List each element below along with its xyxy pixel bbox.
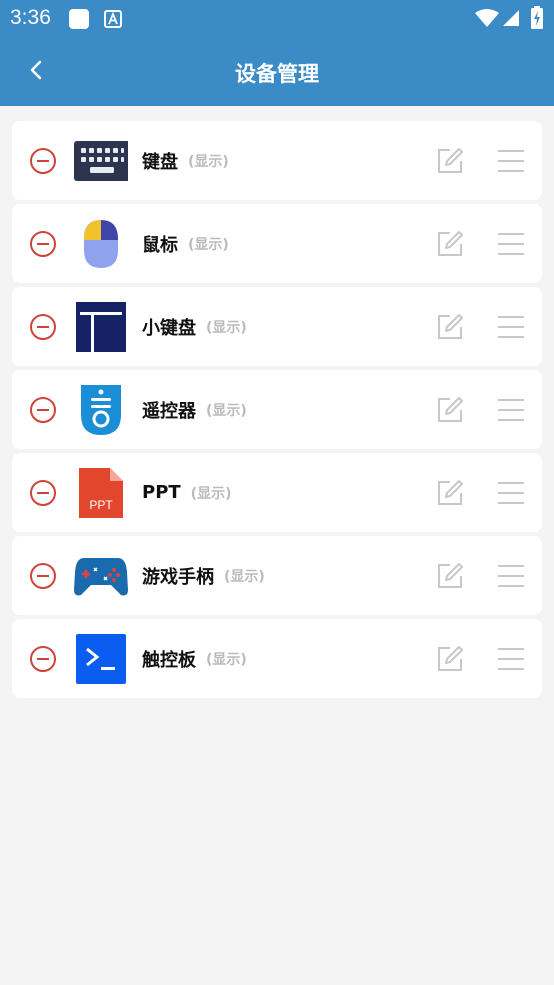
device-name: 游戏手柄 — [142, 566, 214, 588]
a-notification-icon — [104, 10, 122, 28]
edit-icon[interactable] — [436, 479, 464, 507]
remote-control-icon — [74, 384, 128, 436]
gamepad-icon — [74, 550, 128, 602]
app-bar: 设备管理 — [0, 37, 554, 106]
battery-charging-icon — [531, 6, 543, 29]
wifi-icon — [475, 9, 499, 27]
device-name: 小键盘 — [142, 317, 196, 339]
device-status: (显示) — [206, 319, 247, 336]
device-status: (显示) — [206, 651, 247, 668]
device-name: PPT — [142, 482, 181, 503]
device-row-touchpad[interactable]: 触控板 (显示) — [12, 619, 542, 698]
keyboard-icon — [74, 135, 128, 187]
remove-button[interactable] — [30, 563, 56, 589]
numpad-icon — [74, 301, 128, 353]
device-row-keyboard[interactable]: 键盘 (显示) — [12, 121, 542, 200]
drag-handle[interactable] — [498, 564, 524, 588]
ppt-icon: PPT — [74, 467, 128, 519]
svg-text:PPT: PPT — [89, 498, 113, 512]
status-bar: 3:36 — [0, 0, 554, 37]
drag-handle[interactable] — [498, 149, 524, 173]
drag-handle[interactable] — [498, 647, 524, 671]
remove-button[interactable] — [30, 314, 56, 340]
drag-handle[interactable] — [498, 232, 524, 256]
drag-handle[interactable] — [498, 481, 524, 505]
device-row-gamepad[interactable]: 游戏手柄 (显示) — [12, 536, 542, 615]
device-name: 遥控器 — [142, 400, 196, 422]
remove-button[interactable] — [30, 480, 56, 506]
mouse-icon — [74, 218, 128, 270]
device-row-remote[interactable]: 遥控器 (显示) — [12, 370, 542, 449]
device-status: (显示) — [188, 153, 229, 170]
device-name: 触控板 — [142, 649, 196, 671]
status-time: 3:36 — [10, 6, 51, 29]
drag-handle[interactable] — [498, 315, 524, 339]
edit-icon[interactable] — [436, 645, 464, 673]
device-name: 鼠标 — [142, 234, 178, 256]
device-row-ppt[interactable]: PPT PPT (显示) — [12, 453, 542, 532]
terminal-touchpad-icon — [74, 633, 128, 685]
edit-icon[interactable] — [436, 396, 464, 424]
device-status: (显示) — [188, 236, 229, 253]
page-title: 设备管理 — [235, 62, 319, 86]
device-status: (显示) — [190, 485, 232, 502]
remove-button[interactable] — [30, 646, 56, 672]
remove-button[interactable] — [30, 231, 56, 257]
device-row-numpad[interactable]: 小键盘 (显示) — [12, 287, 542, 366]
square-notification-icon — [69, 9, 89, 29]
remove-button[interactable] — [30, 397, 56, 423]
edit-icon[interactable] — [436, 562, 464, 590]
signal-icon — [503, 10, 519, 26]
device-status: (显示) — [206, 402, 247, 419]
edit-icon[interactable] — [436, 313, 464, 341]
edit-icon[interactable] — [436, 147, 464, 175]
device-row-mouse[interactable]: 鼠标 (显示) — [12, 204, 542, 283]
remove-button[interactable] — [30, 148, 56, 174]
device-list: 键盘 (显示) 鼠标 (显示) 小键盘 (显示) 遥控器 (显示) PPT PP… — [12, 121, 542, 702]
drag-handle[interactable] — [498, 398, 524, 422]
device-status: (显示) — [224, 568, 265, 585]
device-name: 键盘 — [142, 151, 178, 173]
edit-icon[interactable] — [436, 230, 464, 258]
